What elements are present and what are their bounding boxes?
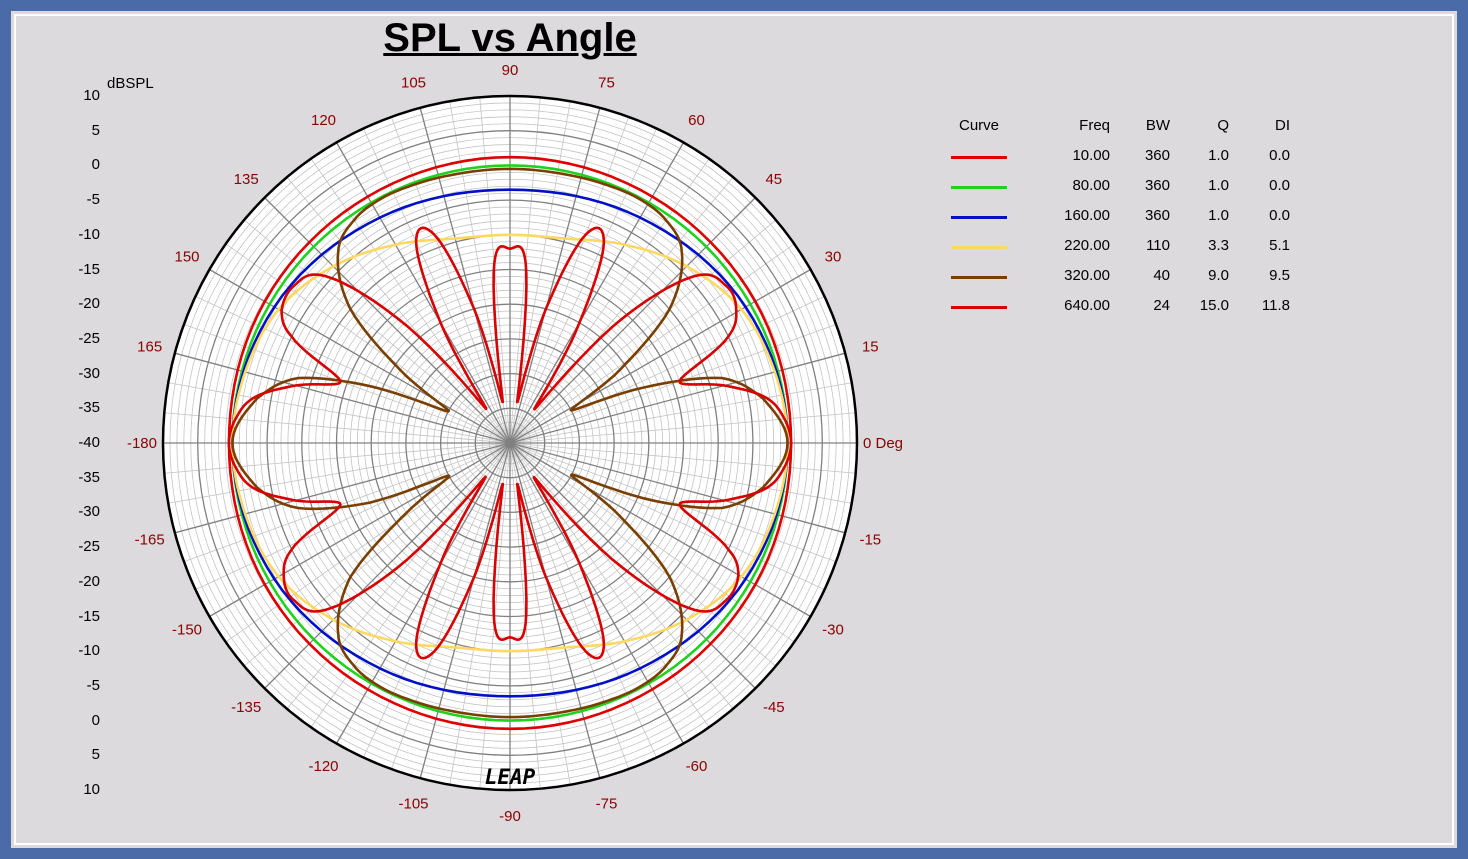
legend-swatch	[951, 156, 1007, 159]
angle-tick-label: -135	[231, 699, 261, 716]
legend-header-q: Q	[1217, 117, 1229, 134]
angle-tick-label: 15	[862, 339, 879, 356]
legend-bw: 360	[1144, 207, 1170, 224]
legend-freq: 320.00	[1064, 267, 1110, 284]
legend-header-curve: Curve	[959, 117, 1000, 134]
legend-freq: 80.00	[1072, 177, 1110, 194]
legend-swatch	[951, 276, 1007, 279]
angle-tick-label: -45	[763, 699, 785, 716]
legend-swatch	[951, 216, 1007, 219]
legend-freq: 220.00	[1064, 237, 1110, 254]
legend-q: 15.0	[1199, 297, 1229, 314]
legend-di: 0.0	[1269, 177, 1290, 194]
legend-bw: 40	[1153, 267, 1170, 284]
legend-q: 1.0	[1208, 207, 1229, 224]
angle-tick-label: 150	[174, 249, 199, 266]
leap-logo: LEAP	[485, 765, 536, 789]
legend-header-freq: Freq	[1079, 117, 1110, 134]
legend-q: 9.0	[1208, 267, 1229, 284]
angle-tick-label: 105	[401, 75, 426, 92]
angle-tick-label: -60	[686, 758, 708, 775]
angle-tick-label: 30	[825, 249, 842, 266]
legend-bw: 360	[1144, 147, 1170, 164]
angle-tick-label: 135	[234, 171, 259, 188]
legend-freq: 160.00	[1064, 207, 1110, 224]
legend-freq: 640.00	[1064, 297, 1110, 314]
angle-tick-label: 45	[765, 171, 782, 188]
legend-swatch	[951, 246, 1007, 249]
legend-di: 11.8	[1261, 297, 1290, 314]
angle-tick-label: -75	[596, 795, 618, 812]
legend-q: 1.0	[1208, 147, 1229, 164]
angle-tick-label: -105	[398, 795, 428, 812]
legend-di: 5.1	[1269, 237, 1290, 254]
angle-tick-label: -150	[172, 622, 202, 639]
legend-bw: 110	[1146, 237, 1170, 254]
angle-tick-label: -120	[308, 758, 338, 775]
legend-bw: 360	[1144, 177, 1170, 194]
angle-tick-label: -90	[499, 808, 521, 825]
legend-q: 3.3	[1208, 237, 1229, 254]
legend-swatch	[951, 306, 1007, 309]
angle-tick-label: -30	[822, 622, 844, 639]
legend-di: 0.0	[1269, 147, 1290, 164]
angle-tick-label: -180	[127, 435, 157, 452]
angle-tick-label: -15	[859, 532, 881, 549]
angle-tick-label: 75	[598, 75, 615, 92]
legend-q: 1.0	[1208, 177, 1229, 194]
legend-swatch	[951, 186, 1007, 189]
angle-tick-label: 90	[502, 62, 519, 79]
angle-tick-label: 120	[311, 112, 336, 129]
angle-tick-label: -165	[135, 532, 165, 549]
angle-tick-label: 165	[137, 339, 162, 356]
legend-header-bw: BW	[1145, 117, 1170, 134]
legend-di: 0.0	[1269, 207, 1290, 224]
legend-freq: 10.00	[1072, 147, 1110, 164]
angle-tick-label: 60	[688, 112, 705, 129]
major-grid	[161, 94, 859, 792]
legend-di: 9.5	[1269, 267, 1290, 284]
angle-tick-label: 0 Deg	[863, 435, 903, 452]
legend-bw: 24	[1153, 297, 1170, 314]
legend-header-di: DI	[1275, 117, 1290, 134]
